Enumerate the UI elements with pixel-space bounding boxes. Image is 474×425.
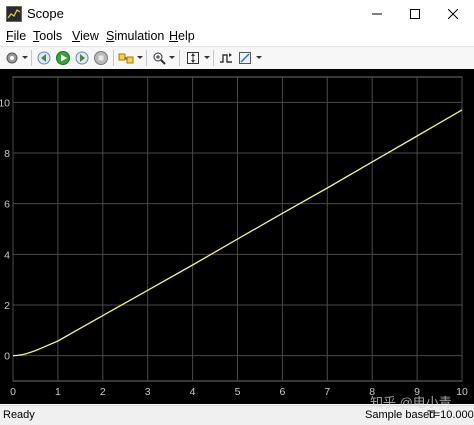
- x-tick-label: 6: [279, 386, 285, 398]
- x-tick-label: 4: [190, 386, 196, 398]
- x-tick-label: 2: [100, 386, 106, 398]
- step-forward-button[interactable]: [73, 49, 91, 67]
- maximize-button[interactable]: [396, 0, 434, 28]
- x-tick-label: 3: [145, 386, 151, 398]
- menu-simulation[interactable]: Simulation: [106, 29, 164, 43]
- scope-plot: 0 1 2 3 4 5 6 7 8 9 100246810: [0, 76, 468, 398]
- scope-display[interactable]: 0 1 2 3 4 5 6 7 8 9 10 0 2 4 6 8 10: [0, 69, 474, 404]
- autoscale-icon: [187, 52, 199, 64]
- highlight-dropdown-arrow[interactable]: [137, 56, 143, 59]
- x-tick-label: 10: [456, 386, 468, 398]
- x-tick-label: 0: [10, 386, 16, 398]
- y-tick-label: 0: [4, 351, 10, 363]
- title-bar: Scope: [0, 0, 474, 28]
- x-tick-label: 5: [235, 386, 241, 398]
- settings-dropdown-arrow[interactable]: [22, 56, 28, 59]
- measurements-dropdown-arrow[interactable]: [256, 56, 262, 59]
- triggers-icon: [220, 53, 232, 63]
- separator: [179, 50, 180, 66]
- highlight-block-button[interactable]: [117, 49, 135, 67]
- stop-icon: [94, 51, 108, 65]
- separator: [146, 50, 147, 66]
- matlab-scope-icon: [6, 6, 22, 22]
- separator: [31, 50, 32, 66]
- toolbar: [0, 46, 474, 70]
- autoscale-button[interactable]: [184, 49, 202, 67]
- y-tick-label: 4: [4, 249, 10, 261]
- autoscale-dropdown-arrow[interactable]: [204, 56, 210, 59]
- zoom-icon: [153, 52, 166, 65]
- menu-tools[interactable]: Tools: [33, 29, 62, 43]
- run-button[interactable]: [54, 49, 72, 67]
- run-icon: [56, 51, 70, 65]
- separator: [213, 50, 214, 66]
- cursor-measurements-button[interactable]: [236, 49, 254, 67]
- triggers-button[interactable]: [217, 49, 235, 67]
- maximize-icon: [410, 9, 420, 19]
- y-tick-label: 6: [4, 199, 10, 211]
- x-tick-label: 1: [55, 386, 61, 398]
- menu-bar: File Tools View Simulation Help: [0, 28, 474, 46]
- menu-file[interactable]: File: [6, 29, 26, 43]
- x-tick-label: 7: [324, 386, 330, 398]
- highlight-block-icon: [118, 53, 134, 64]
- zoom-button[interactable]: [150, 49, 168, 67]
- separator: [113, 50, 114, 66]
- window-title: Scope: [27, 6, 64, 21]
- y-tick-label: 8: [4, 148, 10, 160]
- minimize-button[interactable]: [358, 0, 396, 28]
- step-back-button[interactable]: [35, 49, 53, 67]
- settings-button[interactable]: [3, 49, 21, 67]
- minimize-icon: [372, 13, 382, 15]
- settings-icon: [6, 52, 18, 64]
- step-forward-icon: [75, 51, 89, 65]
- watermark: 知乎 @电小青: [370, 395, 452, 410]
- cursor-measurements-icon: [239, 52, 251, 64]
- menu-help[interactable]: Help: [169, 29, 195, 43]
- stop-button[interactable]: [92, 49, 110, 67]
- y-tick-label: 10: [0, 97, 10, 109]
- zoom-dropdown-arrow[interactable]: [169, 56, 175, 59]
- y-tick-label: 2: [4, 300, 10, 312]
- menu-view[interactable]: View: [72, 29, 99, 43]
- status-ready: Ready: [3, 409, 35, 421]
- close-button[interactable]: [434, 0, 472, 28]
- close-icon: [448, 9, 458, 19]
- step-back-icon: [37, 51, 51, 65]
